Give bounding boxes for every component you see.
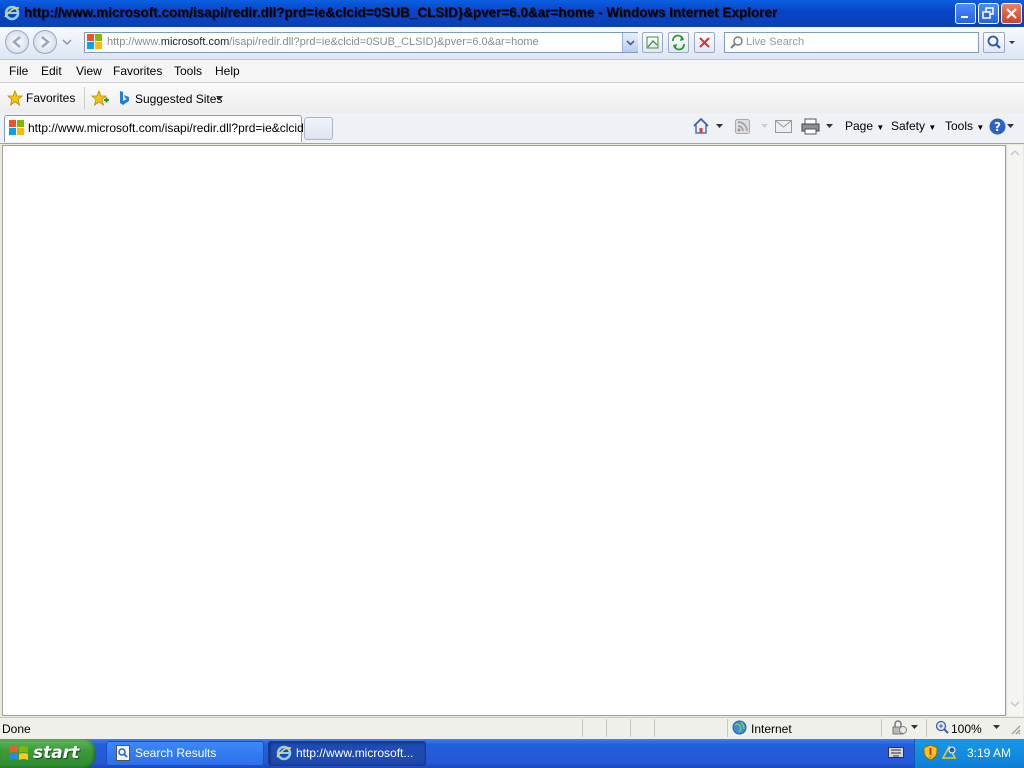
tools-menu-button[interactable]: Tools ▼ bbox=[945, 119, 984, 133]
compatibility-view-button[interactable] bbox=[642, 32, 663, 53]
add-to-favorites-icon[interactable] bbox=[91, 89, 109, 107]
taskbar-clock: 3:19 AM bbox=[967, 746, 1012, 760]
print-dropdown-icon[interactable] bbox=[826, 124, 833, 129]
favorites-label: Favorites bbox=[26, 91, 76, 105]
search-results-window-icon bbox=[116, 745, 130, 761]
close-icon bbox=[1006, 8, 1017, 19]
minimize-icon bbox=[961, 16, 968, 18]
status-bar bbox=[0, 717, 1024, 740]
page-menu-button[interactable]: Page ▼ bbox=[845, 119, 884, 133]
search-options-button[interactable] bbox=[1006, 32, 1018, 53]
status-separator bbox=[881, 719, 882, 737]
status-text: Done bbox=[2, 722, 31, 736]
menu-favorites[interactable]: Favorites bbox=[113, 64, 162, 78]
search-placeholder: Live Search bbox=[746, 36, 805, 48]
status-separator bbox=[727, 719, 728, 737]
chevron-down-icon: ▼ bbox=[876, 123, 885, 132]
microsoft-logo-icon bbox=[87, 34, 102, 49]
search-icon bbox=[987, 35, 1001, 49]
bing-logo-icon bbox=[120, 91, 129, 105]
status-separator bbox=[654, 719, 655, 737]
compatibility-view-icon bbox=[646, 36, 659, 49]
new-tab-button[interactable] bbox=[304, 117, 333, 140]
feeds-dropdown-icon[interactable] bbox=[761, 124, 768, 129]
home-dropdown-icon[interactable] bbox=[716, 124, 723, 129]
keyboard-icon[interactable] bbox=[888, 745, 904, 759]
ie-logo-icon bbox=[276, 745, 292, 761]
refresh-button[interactable] bbox=[668, 32, 689, 53]
scroll-up-arrow-icon[interactable] bbox=[1010, 149, 1020, 156]
refresh-icon bbox=[672, 34, 685, 51]
chevron-down-icon bbox=[1009, 41, 1015, 44]
close-button[interactable] bbox=[1001, 3, 1022, 24]
tools-menu-label: Tools bbox=[945, 119, 974, 133]
dropdown-arrow-icon bbox=[216, 96, 223, 100]
favorites-star-icon bbox=[7, 90, 23, 106]
menu-edit[interactable]: Edit bbox=[41, 64, 62, 78]
restore-icon bbox=[982, 7, 994, 19]
status-separator bbox=[606, 719, 607, 737]
recent-pages-dropdown-icon[interactable] bbox=[62, 38, 72, 46]
status-separator bbox=[926, 719, 927, 737]
stop-icon bbox=[699, 37, 710, 48]
svg-text:?: ? bbox=[994, 120, 1001, 134]
restore-button[interactable] bbox=[978, 3, 999, 24]
security-shield-icon[interactable] bbox=[923, 744, 938, 761]
favorites-separator bbox=[84, 87, 85, 109]
home-icon[interactable] bbox=[692, 117, 710, 135]
status-separator bbox=[630, 719, 631, 737]
microsoft-logo-icon bbox=[9, 120, 24, 135]
address-dropdown-button[interactable] bbox=[622, 33, 638, 52]
search-magnifier-icon bbox=[730, 36, 743, 49]
page-content[interactable] bbox=[2, 145, 1006, 716]
menu-file[interactable]: File bbox=[9, 64, 28, 78]
scroll-down-arrow-icon[interactable] bbox=[1010, 701, 1020, 708]
status-separator bbox=[582, 719, 583, 737]
back-button[interactable] bbox=[5, 30, 29, 54]
windows-flag-icon bbox=[10, 746, 28, 760]
protected-mode-dropdown-icon[interactable] bbox=[911, 725, 918, 730]
taskbar-item-label: Search Results bbox=[135, 746, 217, 760]
taskbar-item-label: http://www.microsoft... bbox=[296, 746, 414, 760]
read-mail-icon[interactable] bbox=[775, 120, 792, 133]
feeds-icon[interactable] bbox=[735, 119, 750, 134]
print-icon[interactable] bbox=[801, 118, 820, 135]
back-arrow-icon bbox=[12, 36, 21, 48]
stop-button[interactable] bbox=[694, 32, 715, 53]
zoom-icon[interactable] bbox=[935, 720, 949, 734]
forward-arrow-icon bbox=[41, 36, 50, 48]
vertical-scrollbar[interactable] bbox=[1006, 145, 1023, 716]
chevron-down-icon: ▼ bbox=[928, 123, 937, 132]
chevron-down-icon bbox=[626, 40, 635, 46]
address-url: http://www.microsoft.com/isapi/redir.dll… bbox=[107, 36, 539, 48]
zoom-dropdown-icon[interactable] bbox=[993, 725, 1000, 730]
protected-mode-lock-icon[interactable] bbox=[891, 720, 907, 735]
network-icon[interactable] bbox=[941, 744, 957, 761]
menu-help[interactable]: Help bbox=[215, 64, 240, 78]
help-icon[interactable]: ? bbox=[989, 118, 1006, 135]
menu-tools[interactable]: Tools bbox=[174, 64, 202, 78]
page-menu-label: Page bbox=[845, 119, 874, 133]
forward-button[interactable] bbox=[33, 30, 57, 54]
menu-view[interactable]: View bbox=[76, 64, 102, 78]
internet-zone-globe-icon bbox=[732, 720, 747, 735]
help-dropdown-icon[interactable] bbox=[1007, 124, 1014, 129]
safety-menu-button[interactable]: Safety ▼ bbox=[891, 119, 936, 133]
safety-menu-label: Safety bbox=[891, 119, 926, 133]
security-zone-label: Internet bbox=[751, 722, 792, 736]
resize-grip-icon[interactable] bbox=[1009, 723, 1021, 735]
start-label: start bbox=[33, 743, 80, 763]
chevron-down-icon: ▼ bbox=[976, 123, 985, 132]
ie-logo-icon bbox=[4, 5, 20, 21]
suggested-sites-label: Suggested Sites bbox=[135, 92, 223, 106]
minimize-button[interactable] bbox=[955, 3, 976, 24]
search-button[interactable] bbox=[983, 32, 1005, 53]
window-title: http://www.microsoft.com/isapi/redir.dll… bbox=[24, 5, 778, 20]
zoom-level[interactable]: 100% bbox=[951, 722, 982, 736]
suggested-sites-button[interactable]: Suggested Sites bbox=[116, 88, 228, 108]
tab-label: http://www.microsoft.com/isapi/redir.dll… bbox=[28, 121, 314, 135]
favorites-button[interactable]: Favorites bbox=[5, 88, 79, 108]
